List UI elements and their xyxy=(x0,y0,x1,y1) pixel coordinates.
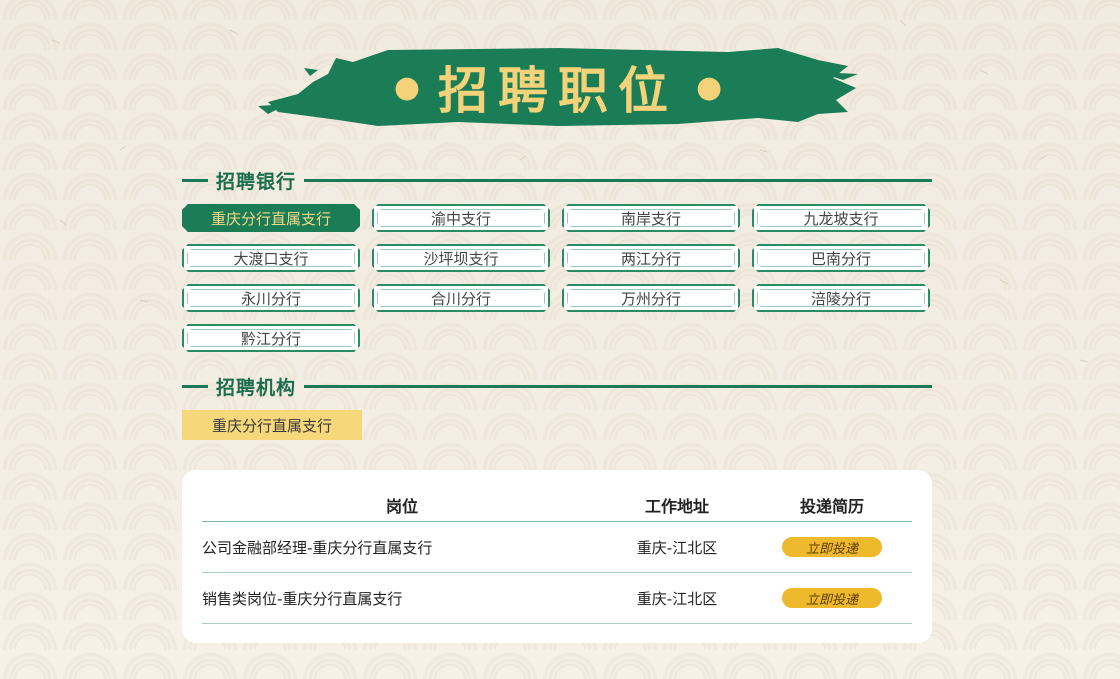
branch-label: 渝中支行 xyxy=(430,209,491,228)
header-apply: 投递简历 xyxy=(799,496,864,516)
branch-button[interactable]: 万州分行 xyxy=(562,284,740,312)
job-title-link[interactable]: 销售类岗位-重庆分行直属支行 xyxy=(202,588,602,609)
job-location: 重庆-江北区 xyxy=(636,589,718,608)
branch-button[interactable]: 沙坪坝支行 xyxy=(372,244,550,272)
branch-label: 黔江分行 xyxy=(240,329,301,348)
page-title: 招聘职位 xyxy=(438,61,678,120)
branch-button[interactable]: 巴南分行 xyxy=(752,244,930,272)
header-position: 岗位 xyxy=(385,496,418,516)
divider xyxy=(182,178,208,182)
branch-label: 涪陵分行 xyxy=(810,289,871,308)
branch-label: 巴南分行 xyxy=(810,249,871,268)
branch-button[interactable]: 九龙坡支行 xyxy=(752,204,930,232)
table-row: 公司金融部经理-重庆分行直属支行 重庆-江北区 立即投递 xyxy=(202,522,912,573)
branch-button[interactable]: 南岸支行 xyxy=(562,204,740,232)
jobs-table: 岗位 工作地址 投递简历 公司金融部经理-重庆分行直属支行 重庆-江北区 立即投… xyxy=(202,488,912,624)
apply-button[interactable]: 立即投递 xyxy=(782,588,882,608)
branch-button[interactable]: 两江分行 xyxy=(562,244,740,272)
job-title-link[interactable]: 公司金融部经理-重庆分行直属支行 xyxy=(202,537,602,558)
section-title-orgs: 招聘机构 xyxy=(216,376,297,399)
branch-button[interactable]: 重庆分行直属支行 xyxy=(182,204,360,232)
section-title-banks: 招聘银行 xyxy=(216,170,297,193)
branch-button[interactable]: 永川分行 xyxy=(182,284,360,312)
dot-right-icon: ● xyxy=(696,69,723,105)
branch-label: 万州分行 xyxy=(620,289,681,308)
apply-button[interactable]: 立即投递 xyxy=(782,537,882,557)
table-header: 岗位 工作地址 投递简历 xyxy=(202,488,912,522)
branch-label: 重庆分行直属支行 xyxy=(210,209,331,228)
branch-button[interactable]: 黔江分行 xyxy=(182,324,360,352)
page-title-banner: ● 招聘职位 ● xyxy=(258,44,858,130)
jobs-table-card: 岗位 工作地址 投递简历 公司金融部经理-重庆分行直属支行 重庆-江北区 立即投… xyxy=(182,470,932,643)
branch-button[interactable]: 大渡口支行 xyxy=(182,244,360,272)
branch-label: 两江分行 xyxy=(620,249,681,268)
header-location: 工作地址 xyxy=(644,496,709,516)
branch-button[interactable]: 渝中支行 xyxy=(372,204,550,232)
dot-left-icon: ● xyxy=(393,69,420,105)
section-header-banks: 招聘银行 xyxy=(182,166,932,194)
job-location: 重庆-江北区 xyxy=(636,538,718,557)
divider xyxy=(182,384,208,388)
branch-button[interactable]: 合川分行 xyxy=(372,284,550,312)
branch-label: 沙坪坝支行 xyxy=(423,249,499,268)
branch-label: 南岸支行 xyxy=(620,209,681,228)
branch-label: 大渡口支行 xyxy=(233,249,309,268)
org-chip-selected[interactable]: 重庆分行直属支行 xyxy=(182,410,362,440)
divider xyxy=(304,178,932,182)
table-row: 销售类岗位-重庆分行直属支行 重庆-江北区 立即投递 xyxy=(202,573,912,624)
divider xyxy=(304,384,932,388)
branch-button[interactable]: 涪陵分行 xyxy=(752,284,930,312)
branch-label: 永川分行 xyxy=(240,289,301,308)
branch-label: 九龙坡支行 xyxy=(803,209,879,228)
branch-label: 合川分行 xyxy=(430,289,491,308)
section-header-orgs: 招聘机构 xyxy=(182,372,932,400)
